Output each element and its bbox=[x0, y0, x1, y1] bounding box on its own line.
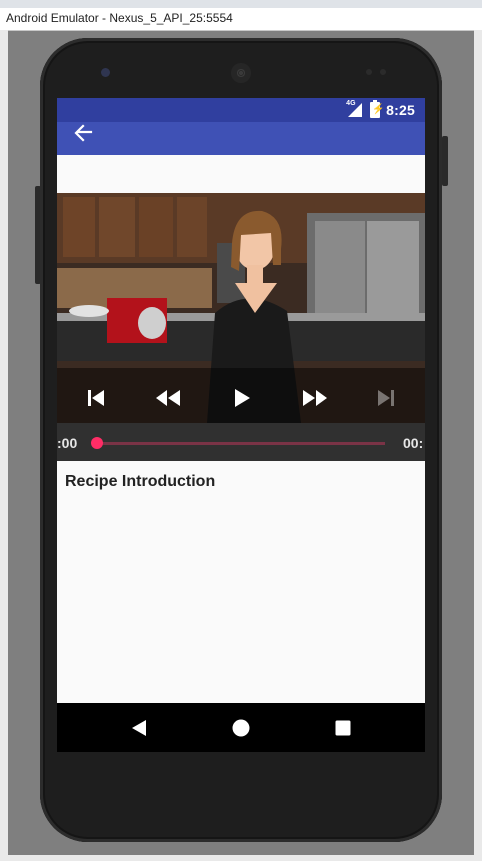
skip-next-icon bbox=[378, 390, 394, 406]
home-circle-icon bbox=[232, 719, 250, 737]
play-button[interactable] bbox=[227, 383, 257, 413]
status-icons: 4G ⚡ 8:25 bbox=[346, 100, 415, 119]
video-player[interactable] bbox=[57, 193, 425, 423]
progress-track[interactable] bbox=[97, 442, 385, 445]
clock: 8:25 bbox=[386, 102, 415, 118]
rewind-icon bbox=[156, 390, 180, 406]
app-bar bbox=[57, 122, 425, 155]
fast-forward-button[interactable] bbox=[300, 383, 330, 413]
skip-previous-icon bbox=[88, 390, 104, 406]
current-time: :00 bbox=[57, 435, 78, 451]
navigation-bar bbox=[57, 703, 425, 752]
battery-icon: ⚡ bbox=[370, 100, 385, 118]
light-sensor bbox=[380, 69, 386, 75]
earpiece-speaker bbox=[231, 63, 251, 83]
rewind-button[interactable] bbox=[153, 383, 183, 413]
proximity-sensor bbox=[366, 69, 372, 75]
signal-icon: 4G bbox=[346, 100, 364, 117]
arrow-back-icon bbox=[74, 124, 93, 142]
window-frame-bottom bbox=[0, 855, 482, 861]
window-frame-left bbox=[0, 30, 8, 861]
total-time: 00: bbox=[403, 435, 424, 451]
recents-square-icon bbox=[335, 720, 351, 736]
window-menu-strip bbox=[0, 0, 482, 8]
nav-back-button[interactable] bbox=[127, 716, 151, 740]
nav-recents-button[interactable] bbox=[331, 716, 355, 740]
play-icon bbox=[235, 389, 250, 407]
window-title: Android Emulator - Nexus_5_API_25:5554 bbox=[6, 11, 233, 25]
fast-forward-icon bbox=[303, 390, 327, 406]
progress-thumb[interactable] bbox=[91, 437, 103, 449]
nav-home-button[interactable] bbox=[229, 716, 253, 740]
skip-next-button[interactable] bbox=[371, 383, 401, 413]
back-button[interactable] bbox=[73, 119, 101, 147]
step-title: Recipe Introduction bbox=[65, 473, 216, 490]
network-type-label: 4G bbox=[346, 100, 356, 107]
phone-screen: 4G ⚡ 8:25:00 00: Recipe Introduction bbox=[57, 98, 425, 752]
front-camera bbox=[101, 68, 110, 77]
skip-previous-button[interactable] bbox=[81, 383, 111, 413]
power-button[interactable] bbox=[442, 136, 448, 186]
back-triangle-icon bbox=[132, 720, 146, 736]
window-titlebar: Android Emulator - Nexus_5_API_25:5554 bbox=[0, 8, 482, 31]
progress-bar-area: :00 00: bbox=[57, 423, 425, 461]
window-frame-right bbox=[474, 30, 482, 861]
status-bar: 4G ⚡ 8:25 bbox=[57, 98, 425, 122]
